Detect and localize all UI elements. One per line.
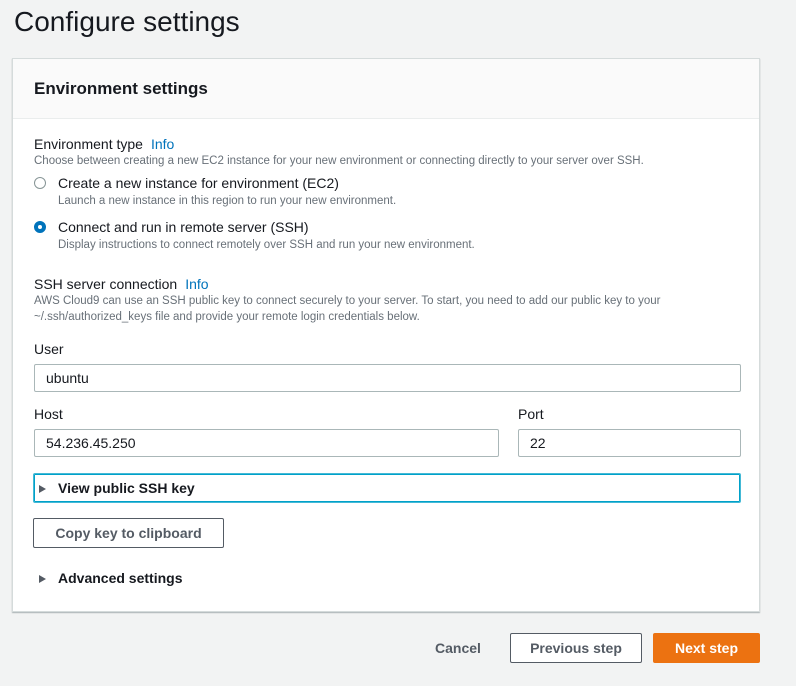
previous-step-button[interactable]: Previous step <box>510 633 642 663</box>
caret-right-icon <box>39 485 46 493</box>
host-label: Host <box>34 406 63 422</box>
view-public-ssh-key-label: View public SSH key <box>58 480 195 496</box>
radio-ec2-label[interactable]: Create a new instance for environment (E… <box>58 174 339 192</box>
host-input[interactable]: 54.236.45.250 <box>34 429 499 457</box>
ssh-connection-heading: SSH server connection Info <box>34 275 209 293</box>
radio-ssh-label[interactable]: Connect and run in remote server (SSH) <box>58 218 309 236</box>
ssh-connection-label: SSH server connection <box>34 276 178 292</box>
radio-ssh[interactable] <box>34 221 46 233</box>
environment-type-label: Environment type <box>34 136 143 152</box>
view-public-ssh-key-expander[interactable]: View public SSH key <box>33 473 741 503</box>
copy-key-button[interactable]: Copy key to clipboard <box>33 518 224 548</box>
environment-type-description: Choose between creating a new EC2 instan… <box>34 155 644 167</box>
panel-header: Environment settings <box>13 59 759 119</box>
environment-type-heading: Environment type Info <box>34 135 174 153</box>
ssh-connection-info-link[interactable]: Info <box>185 276 208 292</box>
user-label: User <box>34 341 64 357</box>
user-input[interactable]: ubuntu <box>34 364 741 392</box>
environment-settings-panel: Environment settings Environment type Inf… <box>12 58 760 612</box>
advanced-settings-label: Advanced settings <box>58 570 183 586</box>
next-step-button[interactable]: Next step <box>653 633 760 663</box>
radio-ec2[interactable] <box>34 177 46 189</box>
radio-ec2-description: Launch a new instance in this region to … <box>58 195 397 207</box>
cancel-button[interactable]: Cancel <box>435 633 481 663</box>
ssh-description-line1: AWS Cloud9 can use an SSH public key to … <box>34 295 661 307</box>
port-label: Port <box>518 406 544 422</box>
panel-title: Environment settings <box>34 79 208 98</box>
radio-ssh-description: Display instructions to connect remotely… <box>58 239 475 251</box>
caret-right-icon <box>39 575 46 583</box>
advanced-settings-expander[interactable]: Advanced settings <box>39 569 182 587</box>
page-title: Configure settings <box>14 6 240 37</box>
environment-type-info-link[interactable]: Info <box>151 136 174 152</box>
port-input[interactable]: 22 <box>518 429 741 457</box>
ssh-description-line2: ~/.ssh/authorized_keys file and provide … <box>34 311 420 323</box>
